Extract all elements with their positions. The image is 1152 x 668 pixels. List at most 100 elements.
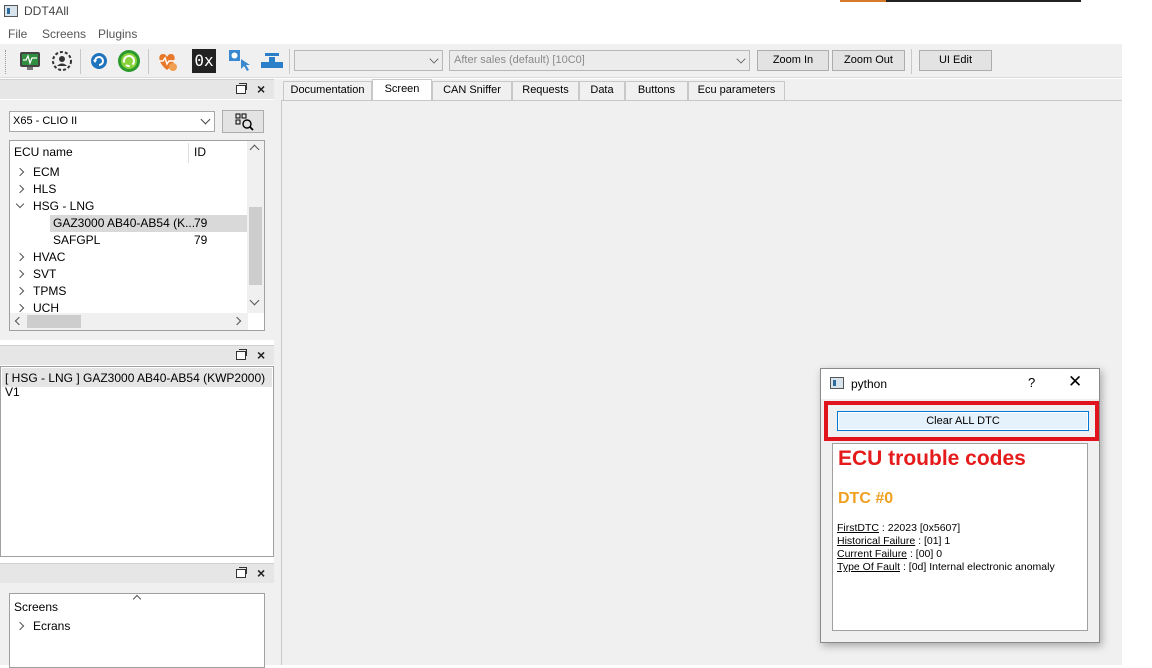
column-ecu-name[interactable]: ECU name (14, 145, 73, 159)
ecu-tree[interactable]: ECU name ID ECM HLS HSG - LNG GAZ3000 AB… (9, 140, 265, 331)
tree-item-label: SVT (33, 267, 57, 281)
chevron-down-icon (736, 54, 746, 64)
help-icon[interactable]: ? (1028, 375, 1035, 390)
scroll-up-icon[interactable] (249, 144, 260, 155)
clear-all-dtc-button[interactable]: Clear ALL DTC (837, 411, 1089, 431)
horizontal-scrollbar[interactable] (10, 313, 248, 330)
vehicle-panel: X65 - CLIO II ECU name ID ECM HLS HSG - … (0, 100, 274, 340)
close-icon[interactable]: × (257, 565, 265, 581)
tab-data[interactable]: Data (579, 81, 625, 100)
dtc-report: ECU trouble codes DTC #0 FirstDTC : 2202… (832, 443, 1088, 631)
tree-item-label: Ecrans (33, 619, 71, 633)
column-divider (188, 143, 189, 163)
float-icon[interactable] (236, 83, 247, 94)
session-combo[interactable] (294, 50, 443, 71)
tree-item-label: SAFGPL (53, 233, 101, 247)
chevron-down-icon[interactable] (15, 199, 25, 209)
monitor-icon[interactable] (18, 49, 42, 73)
mode-combo[interactable]: After sales (default) [10C0] (449, 50, 750, 71)
dialog-title-bar[interactable]: python ? ✕ (821, 369, 1099, 399)
sort-indicator-icon (132, 594, 142, 604)
splitter[interactable] (274, 79, 281, 665)
screens-tree[interactable]: Screens Ecrans (9, 593, 265, 668)
tree-item-ecm[interactable]: ECM (10, 164, 248, 181)
tree-item-hvac[interactable]: HVAC (10, 249, 248, 266)
refresh-icon[interactable] (87, 49, 111, 73)
dtc-field-historical: Historical Failure : [01] 1 (837, 535, 950, 547)
tree-item-safgpl[interactable]: SAFGPL 79 (10, 232, 248, 249)
heart-pulse-icon[interactable] (155, 49, 179, 73)
ecu-list-item[interactable]: [ HSG - LNG ] GAZ3000 AB40-AB54 (KWP2000… (5, 371, 273, 399)
circular-arrows-icon[interactable] (117, 49, 141, 73)
app-icon (4, 5, 18, 17)
title-decoration-dark (886, 0, 1081, 2)
vehicle-select[interactable]: X65 - CLIO II (9, 111, 215, 132)
menu-screens[interactable]: Screens (42, 27, 86, 41)
tree-item-hls[interactable]: HLS (10, 181, 248, 198)
tree-item-tpms[interactable]: TPMS (10, 283, 248, 300)
settings-touch-icon[interactable] (228, 49, 252, 73)
column-id[interactable]: ID (194, 145, 206, 159)
menu-plugins[interactable]: Plugins (98, 27, 137, 41)
toolbar-separator (148, 49, 149, 74)
scroll-thumb[interactable] (27, 315, 81, 328)
python-app-icon (830, 377, 844, 389)
close-icon[interactable]: ✕ (1068, 372, 1082, 392)
chevron-right-icon[interactable] (15, 621, 25, 631)
tab-buttons[interactable]: Buttons (625, 81, 688, 100)
tree-item-ecrans[interactable]: Ecrans (10, 618, 248, 635)
field-label: Current Failure (837, 548, 908, 560)
scroll-left-icon[interactable] (14, 316, 24, 326)
field-label: FirstDTC (837, 522, 879, 534)
scroll-right-icon[interactable] (232, 316, 242, 326)
gear-person-icon[interactable] (50, 49, 74, 73)
chevron-right-icon[interactable] (15, 167, 25, 177)
scan-button[interactable] (222, 110, 264, 133)
toolbar: 0x After sales (default) [10C0] Zoom In … (0, 44, 1122, 78)
tab-documentation[interactable]: Documentation (283, 81, 372, 100)
ecu-list[interactable]: [ HSG - LNG ] GAZ3000 AB40-AB54 (KWP2000… (0, 366, 274, 557)
window-title: DDT4All (24, 4, 69, 18)
chevron-right-icon[interactable] (15, 269, 25, 279)
chevron-right-icon[interactable] (15, 184, 25, 194)
tab-requests[interactable]: Requests (512, 81, 579, 100)
vertical-scrollbar[interactable] (247, 141, 264, 313)
vehicle-panel-header: × (0, 79, 274, 99)
column-screens[interactable]: Screens (14, 600, 58, 614)
field-label: Type Of Fault (837, 561, 901, 573)
chevron-right-icon[interactable] (15, 252, 25, 262)
valve-icon[interactable] (260, 49, 284, 73)
toolbar-separator (911, 49, 912, 74)
qr-search-icon (235, 113, 254, 131)
menu-file[interactable]: File (8, 27, 27, 41)
tab-ecu-parameters[interactable]: Ecu parameters (688, 81, 785, 100)
tree-item-label: ECM (33, 165, 60, 179)
menu-bar: File Screens Plugins (0, 24, 1152, 44)
scroll-down-icon[interactable] (249, 295, 260, 306)
tree-item-id: 79 (194, 216, 208, 230)
window-edge (1122, 44, 1152, 665)
tab-screen[interactable]: Screen (372, 79, 432, 100)
dtc-heading: ECU trouble codes (838, 447, 1026, 470)
chevron-down-icon (429, 54, 439, 64)
zoom-in-button[interactable]: Zoom In (757, 50, 829, 71)
tab-can-sniffer[interactable]: CAN Sniffer (432, 81, 512, 100)
zoom-out-button[interactable]: Zoom Out (832, 50, 905, 71)
field-value: : [01] 1 (915, 535, 951, 547)
toolbar-grip[interactable] (5, 50, 8, 74)
tree-item-svt[interactable]: SVT (10, 266, 248, 283)
hex-icon[interactable]: 0x (192, 49, 216, 73)
chevron-right-icon[interactable] (15, 286, 25, 296)
float-icon[interactable] (236, 567, 247, 578)
float-icon[interactable] (236, 349, 247, 360)
scroll-thumb[interactable] (249, 207, 262, 285)
tree-item-hsg-lng[interactable]: HSG - LNG (10, 198, 248, 215)
dtc-field-current: Current Failure : [00] 0 (837, 548, 942, 560)
chevron-right-icon[interactable] (15, 303, 25, 313)
tree-item-gaz3000[interactable]: GAZ3000 AB40-AB54 (K... 79 (10, 215, 248, 232)
ui-edit-button[interactable]: UI Edit (919, 50, 992, 71)
title-decoration (840, 0, 886, 2)
close-icon[interactable]: × (257, 81, 265, 97)
field-value: : [00] 0 (907, 548, 943, 560)
close-icon[interactable]: × (257, 347, 265, 363)
